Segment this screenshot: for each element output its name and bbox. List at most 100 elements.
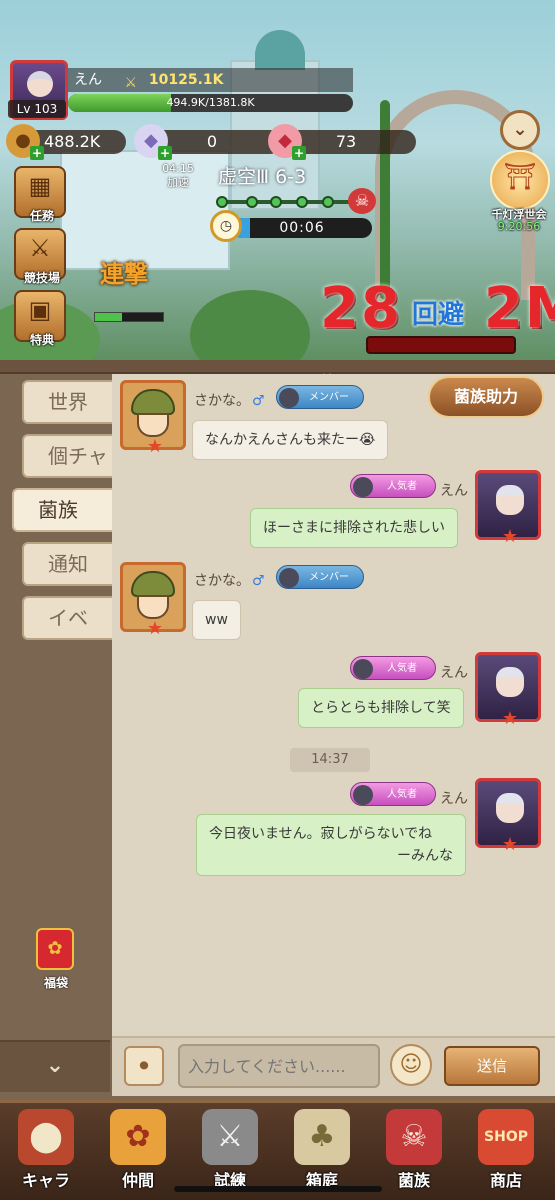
popular-badge: 人気者 — [350, 782, 436, 806]
lucky-bag-button[interactable]: ✿ 福袋 — [36, 928, 76, 990]
microphone-icon[interactable]: ⏺ — [124, 1046, 164, 1086]
add-gem-icon[interactable]: + — [158, 146, 172, 160]
bottom-nav: ⬤ キャラ ✿ 仲間 ⚔ 試練 ♣ 箱庭 ☠ 菌族 SHOP 商店 — [0, 1100, 555, 1200]
chevron-down-icon[interactable]: ⌄ — [500, 110, 540, 150]
home-indicator — [174, 1186, 382, 1192]
quest-label: 任務 — [29, 209, 54, 223]
popular-badge: 人気者 — [350, 656, 436, 680]
damage-tail: 2M — [483, 276, 555, 341]
arena-button[interactable]: ⚔ 競技場 — [14, 228, 66, 285]
badge-text: 人気者 — [387, 789, 417, 800]
paw-icon: ✿ — [110, 1109, 166, 1165]
clock-icon: ◷ — [210, 210, 242, 242]
nav-companions[interactable]: ✿ 仲間 — [92, 1103, 184, 1200]
add-coin-icon[interactable]: + — [30, 146, 44, 160]
nav-clan[interactable]: ☠ 菌族 — [368, 1103, 460, 1200]
tab-event[interactable]: イベ — [22, 596, 112, 640]
skull-icon: ☠ — [386, 1109, 442, 1165]
badge-text: メンバー — [309, 392, 349, 403]
event-button[interactable]: ⛩ — [490, 150, 550, 210]
player-name: えん — [74, 72, 102, 88]
combo-label: 連撃 — [100, 260, 148, 288]
arena-label: 競技場 — [23, 271, 60, 285]
event-countdown: 9:20:56 — [497, 220, 541, 233]
pagoda-icon: ⛩ — [503, 162, 537, 192]
member-badge: メンバー — [276, 385, 364, 409]
bush — [190, 290, 310, 362]
badge-icon — [279, 388, 299, 408]
game-view[interactable]: Lv 103 えん ⚔ 10125.1K 494.9K/1381.8K ● + … — [0, 0, 555, 362]
bonus-button[interactable]: ▣ 特典 — [14, 290, 66, 347]
rank-star-icon: ★ — [501, 834, 519, 855]
emoji-icon[interactable]: ☺ — [390, 1044, 432, 1086]
avatar[interactable]: ★ — [120, 380, 186, 457]
sender-name: えん — [440, 483, 468, 499]
badge-icon — [353, 477, 373, 497]
avatar[interactable]: ★ — [475, 470, 541, 547]
player-name-plate: えん ⚔ 10125.1K — [68, 68, 353, 92]
combo-bar — [94, 312, 164, 322]
dodge-text: 回避 — [412, 300, 465, 330]
avatar-face — [496, 667, 524, 697]
coin-amount: 488.2K — [44, 132, 101, 151]
rank-star-icon: ★ — [146, 436, 164, 457]
avatar[interactable]: ★ — [120, 562, 186, 639]
nav-shop[interactable]: SHOP 商店 — [460, 1103, 552, 1200]
add-ruby-icon[interactable]: + — [292, 146, 306, 160]
combo-fill — [95, 313, 123, 321]
scroll-down-button[interactable]: ⌄ — [0, 1040, 110, 1092]
message-bubble[interactable]: とらとらも排除して笑 — [298, 688, 464, 728]
nav-label: 商店 — [489, 1171, 522, 1190]
stage-node — [296, 196, 308, 208]
tab-notice[interactable]: 通知 — [22, 542, 112, 586]
message-bubble[interactable]: 今日夜いません。寂しがらないでね ーみんな — [196, 814, 466, 876]
rank-star-icon: ★ — [501, 708, 519, 729]
mushroom-cap — [131, 571, 175, 597]
message-text: なんかえんさんも来たー😭 — [205, 432, 376, 448]
clear-gem-counter[interactable]: ◆ + 0 — [134, 124, 282, 160]
panel-header — [0, 360, 555, 374]
message-bubble[interactable]: ほーさまに排除された悲しい — [250, 508, 458, 548]
damage-head: 28 — [320, 276, 402, 341]
tab-world[interactable]: 世界 — [22, 380, 112, 424]
treasure-chest-icon: ▣ — [28, 296, 52, 324]
crossed-swords-icon: ⚔ — [29, 234, 51, 262]
rank-star-icon: ★ — [501, 526, 519, 547]
stage-node — [216, 196, 228, 208]
message-bubble[interactable]: ww — [192, 600, 241, 640]
message-text: ほーさまに排除された悲しい — [263, 520, 445, 536]
clan-help-button[interactable]: 菌族助力 — [428, 376, 544, 418]
avatar[interactable]: ★ — [475, 778, 541, 855]
avatar-face — [496, 793, 524, 823]
clear-gem-amount: 0 — [206, 132, 218, 151]
rank-star-icon: ★ — [146, 618, 164, 639]
quest-button[interactable]: ▦ 任務 — [14, 166, 66, 223]
message-bubble[interactable]: なんかえんさんも来たー😭 — [192, 420, 389, 460]
coin-counter[interactable]: ● + 488.2K — [6, 124, 126, 160]
shop-icon: SHOP — [478, 1109, 534, 1165]
nav-character[interactable]: ⬤ キャラ — [0, 1103, 92, 1200]
speed-boost[interactable]: 04:15 加速 — [158, 162, 198, 190]
male-icon: ♂ — [252, 393, 265, 409]
battle-timer: 00:06 — [232, 218, 372, 238]
tab-clan[interactable]: 菌族 — [12, 488, 112, 532]
speed-label: 加速 — [167, 176, 189, 189]
sender-name: さかな。 ♂ — [194, 570, 265, 590]
male-icon: ♂ — [252, 573, 265, 589]
mushroom-face — [137, 595, 169, 619]
stage-node — [246, 196, 258, 208]
badge-text: 人気者 — [387, 481, 417, 492]
chat-input[interactable] — [178, 1044, 380, 1088]
tab-private[interactable]: 個チャ — [22, 434, 112, 478]
combat-power: 10125.1K — [148, 72, 224, 88]
avatar[interactable]: ★ — [475, 652, 541, 729]
send-button[interactable]: 送信 — [444, 1046, 540, 1086]
speed-timer: 04:15 — [162, 162, 194, 175]
popular-badge: 人気者 — [350, 474, 436, 498]
background-building — [60, 150, 230, 270]
nav-label: キャラ — [21, 1171, 70, 1190]
badge-text: 人気者 — [387, 663, 417, 674]
red-gem-counter[interactable]: ◆ + 73 — [268, 124, 416, 160]
badge-icon — [353, 659, 373, 679]
message-text: とらとらも排除して笑 — [311, 700, 451, 716]
